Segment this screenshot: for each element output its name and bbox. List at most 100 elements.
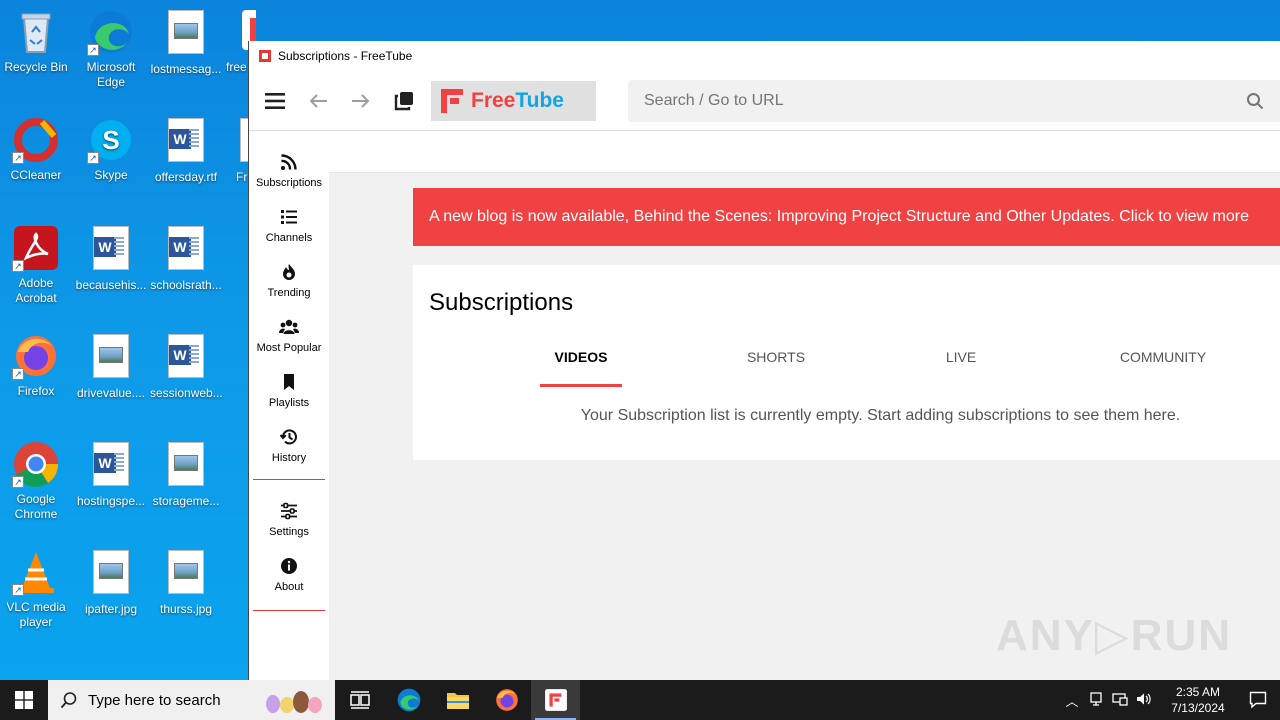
adobe-acrobat-icon: ↗ [12, 224, 60, 272]
clock-time: 2:35 AM [1175, 685, 1221, 699]
clone-icon [394, 91, 413, 110]
logo-text-tube: Tube [515, 88, 564, 112]
desktop-icon-vlc[interactable]: ↗ VLC media player [0, 548, 72, 630]
menu-toggle-button[interactable] [258, 84, 292, 118]
svg-text:S: S [102, 125, 119, 155]
history-icon [280, 428, 297, 444]
start-button[interactable] [0, 680, 48, 720]
desktop-icon-becausehis[interactable]: W becausehis... [75, 224, 147, 293]
desktop-icon-drivevalue[interactable]: drivevalue.... [75, 332, 147, 401]
desktop-icon-label: offersday.rtf [154, 170, 218, 184]
taskbar-file-explorer[interactable] [433, 680, 482, 720]
desktop-icon-recycle-bin[interactable]: Recycle Bin [0, 8, 72, 75]
word-document-icon: W [162, 118, 210, 166]
image-file-icon [162, 442, 210, 490]
desktop-icon-schoolsrath[interactable]: W schoolsrath... [150, 224, 222, 293]
sidebar-item-playlists[interactable]: Playlists [249, 363, 329, 418]
taskbar-firefox[interactable] [482, 680, 531, 720]
desktop-icon-label: storageme... [152, 494, 220, 508]
desktop-icon-hostingspe[interactable]: W hostingspe... [75, 440, 147, 509]
desktop-icon-label: thurss.jpg [159, 602, 213, 616]
task-view-button[interactable] [335, 680, 384, 720]
side-navigation: Subscriptions Channels Trending Most Pop… [249, 131, 329, 680]
search-input[interactable] [644, 92, 1204, 110]
sidebar-item-most-popular[interactable]: Most Popular [249, 308, 329, 363]
microsoft-edge-icon: ↗ [87, 8, 135, 56]
ccleaner-icon: ↗ [12, 116, 60, 164]
desktop-icon-label: CCleaner [10, 168, 62, 182]
notification-center-button[interactable] [1236, 691, 1280, 709]
sidebar-item-label: Trending [267, 286, 311, 299]
sidebar-item-trending[interactable]: Trending [249, 253, 329, 308]
chevron-up-icon[interactable]: ︿ [1060, 691, 1084, 710]
desktop-icon-google-chrome[interactable]: ↗ Google Chrome [0, 440, 72, 522]
back-button[interactable] [301, 84, 335, 118]
desktop-icon-adobe-acrobat[interactable]: ↗ Adobe Acrobat [0, 224, 72, 306]
blog-announcement-banner[interactable]: A new blog is now available, Behind the … [413, 188, 1280, 246]
desktop-icon-thurss[interactable]: thurss.jpg [150, 548, 222, 617]
tab-shorts[interactable]: SHORTS [733, 347, 819, 387]
desktop-icon-lostmessag[interactable]: lostmessag... [150, 8, 222, 77]
desktop-icon-label: Adobe Acrobat [15, 276, 57, 305]
tab-live[interactable]: LIVE [923, 347, 999, 387]
subscription-tabs: VIDEOS SHORTS LIVE COMMUNITY [413, 347, 1280, 387]
search-box[interactable] [628, 80, 1280, 122]
desktop-icon-offersday[interactable]: W offersday.rtf [150, 116, 222, 185]
taskbar-edge[interactable] [384, 680, 433, 720]
sidebar-item-label: Channels [265, 231, 313, 244]
desktop-icon-label: Firefox [17, 384, 55, 398]
network-status-icon[interactable] [1084, 691, 1108, 709]
desktop-icon-sessionweb[interactable]: W sessionweb... [150, 332, 223, 401]
taskbar-search-box[interactable]: Type here to search [48, 680, 335, 720]
rss-icon [281, 153, 297, 170]
logo-text: FreeTube [471, 89, 564, 113]
image-file-icon [162, 10, 210, 58]
volume-icon[interactable] [1132, 692, 1156, 709]
freetube-logo[interactable]: FreeTube [431, 80, 596, 121]
desktop-icon-skype[interactable]: S ↗ Skype [75, 116, 147, 183]
search-icon[interactable] [1246, 92, 1264, 110]
taskbar-search-placeholder: Type here to search [88, 691, 221, 709]
sidebar-divider [253, 610, 325, 611]
task-view-icon [349, 691, 370, 709]
image-file-icon [162, 550, 210, 598]
freetube-logo-icon [441, 88, 463, 113]
shortcut-arrow-icon: ↗ [12, 152, 24, 164]
forward-button[interactable] [344, 84, 378, 118]
sidebar-item-subscriptions[interactable]: Subscriptions [249, 143, 329, 198]
taskbar-clock[interactable]: 2:35 AM 7/13/2024 [1160, 684, 1236, 716]
main-content: A new blog is now available, Behind the … [329, 131, 1280, 680]
firefox-icon: ↗ [12, 332, 60, 380]
freetube-icon [544, 689, 567, 711]
fire-icon [283, 263, 295, 280]
system-tray: ︿ 2:35 AM 7/13/2024 [1060, 680, 1280, 720]
new-window-button[interactable] [387, 84, 421, 118]
freetube-window: Subscriptions - FreeTube FreeTube Subscr… [248, 41, 1280, 680]
tab-videos[interactable]: VIDEOS [540, 347, 622, 387]
desktop-icon-ipafter[interactable]: ipafter.jpg [75, 548, 147, 617]
notification-icon [1249, 691, 1267, 709]
shortcut-arrow-icon: ↗ [12, 584, 24, 596]
sidebar-item-history[interactable]: History [249, 418, 329, 473]
desktop-icon-label: Recycle Bin [4, 60, 68, 74]
desktop-icon-storageme[interactable]: storageme... [150, 440, 222, 509]
sidebar-item-channels[interactable]: Channels [249, 198, 329, 253]
desktop-icon-label: ipafter.jpg [84, 602, 138, 616]
word-document-icon: W [87, 226, 135, 274]
tab-community[interactable]: COMMUNITY [1107, 347, 1219, 387]
desktop-icon-label: sessionweb... [150, 386, 223, 400]
desktop-icon-ccleaner[interactable]: ↗ CCleaner [0, 116, 72, 183]
desktop-icon-firefox[interactable]: ↗ Firefox [0, 332, 72, 399]
sidebar-item-settings[interactable]: Settings [249, 492, 329, 547]
sidebar-item-about[interactable]: About [249, 547, 329, 602]
desktop-icon-label: Microsoft Edge [86, 60, 136, 89]
subscriptions-card: Subscriptions VIDEOS SHORTS LIVE COMMUNI… [413, 265, 1280, 460]
shortcut-arrow-icon: ↗ [87, 152, 99, 164]
clock-date: 7/13/2024 [1171, 701, 1225, 715]
word-document-icon: W [162, 226, 210, 274]
taskbar-freetube[interactable] [531, 680, 580, 720]
display-icon[interactable] [1108, 692, 1132, 709]
desktop-icon-microsoft-edge[interactable]: ↗ Microsoft Edge [75, 8, 147, 90]
content-header-strip [329, 131, 1280, 173]
image-file-icon [87, 550, 135, 598]
